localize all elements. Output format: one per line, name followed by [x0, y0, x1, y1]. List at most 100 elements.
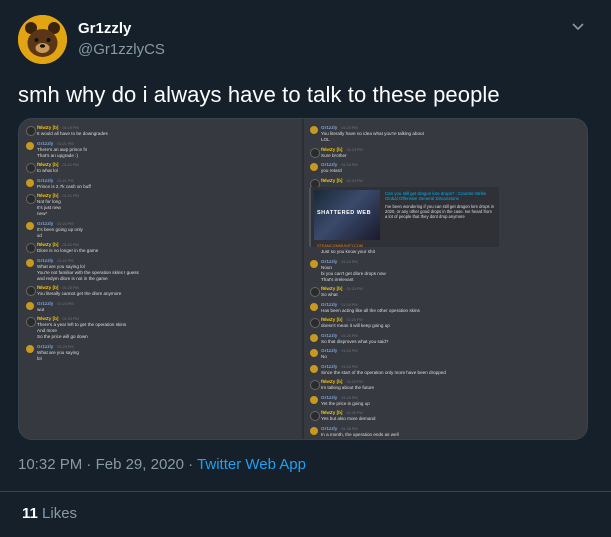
chat-line: doesn't mean it will keep going up — [321, 323, 390, 328]
chat-avatar — [310, 411, 320, 421]
chat-timestamp: 01:24 PM — [341, 163, 358, 167]
chat-message: Gr1zzly 01:22 PM It's been going up only xd — [25, 221, 295, 239]
chat-avatar — [26, 301, 34, 310]
link-embed[interactable]: SHATTERED WEB Can you still get dragon l… — [309, 187, 499, 248]
chat-message: f6lwZy [b] 01:24 PM — [309, 178, 579, 189]
chat-avatar — [310, 318, 320, 328]
chat-avatar — [26, 178, 34, 187]
chat-line: That's an upgrade :) — [37, 152, 78, 158]
chat-timestamp: 01:22 PM — [57, 221, 74, 226]
chat-timestamp: 01:26 PM — [346, 411, 363, 415]
chat-timestamp: 01:25 PM — [341, 333, 358, 338]
chat-timestamp: 01:23 PM — [62, 317, 79, 321]
chat-timestamp: 01:23 PM — [341, 126, 358, 130]
chat-avatar — [26, 141, 34, 150]
chat-message: Gr1zzly 01:23 PM What are you saying lol — [25, 344, 295, 362]
chat-avatar — [310, 126, 318, 134]
chat-author: Gr1zzly — [321, 394, 338, 400]
chat-avatar — [310, 349, 318, 357]
chat-timestamp: 01:21 PM — [62, 194, 79, 198]
embed-title[interactable]: Can you still get dragon lore drops? : C… — [385, 191, 495, 201]
chat-timestamp: 01:23 PM — [346, 147, 363, 152]
chat-avatar — [310, 302, 318, 311]
chat-line: lol — [37, 355, 42, 361]
chat-author: f6lwZy [b] — [321, 410, 343, 415]
chat-avatar — [310, 395, 318, 404]
chat-line: and redym dlore is not in the game — [37, 275, 108, 281]
tweet-text: smh why do i always have to talk to thes… — [18, 82, 500, 107]
chat-message: f6lwZy [b] 01:22 PM Dlore is no longer in … — [25, 242, 295, 254]
chat-timestamp: 01:25 PM — [346, 380, 363, 384]
chat-timestamp: 01:23 PM — [62, 286, 79, 290]
chat-message: Gr1zzly 01:26 PM In a month, the operation… — [309, 426, 579, 438]
chat-avatar — [310, 147, 320, 158]
chat-message: Gr1zzly 01:24 PM Noun bi you can't get dlor… — [309, 259, 579, 283]
chat-timestamp: 01:24 PM — [341, 259, 358, 264]
chat-line: That's irrelevant — [321, 276, 354, 282]
chat-timestamp: 01:19 PM — [62, 126, 79, 130]
chat-message: f6lwZy [b] 01:21 PM Not for long It's just … — [25, 193, 295, 217]
meta-separator: · — [188, 456, 194, 473]
tweet-source-link[interactable]: Twitter Web App — [197, 456, 306, 473]
chat-column-right: Gr1zzly 01:23 PM You literally have no ide… — [309, 125, 579, 439]
chat-message: f6lwZy [b] 01:23 PM Sure brother — [309, 147, 579, 159]
chat-message: f6lwZy [b] 01:23 PM There's a year left to… — [25, 316, 295, 340]
chat-author: Gr1zzly — [37, 343, 54, 349]
chat-avatar — [310, 333, 318, 342]
chat-message: f6lwZy [b] 01:25 PM doesn't mean it will k… — [309, 317, 579, 329]
chat-avatar — [26, 243, 36, 253]
chat-timestamp: 01:22 PM — [62, 243, 79, 247]
chat-author: f6lwZy [b] — [37, 125, 59, 130]
chat-line: So what — [321, 292, 338, 297]
chat-avatar — [26, 194, 36, 204]
chat-avatar — [310, 163, 318, 171]
chat-message: f6lwZy [b] 01:24 PM So what — [309, 286, 579, 298]
chat-avatar — [26, 258, 34, 267]
chat-line: Has been acting like all the other opera… — [321, 307, 420, 313]
chat-avatar — [26, 317, 36, 327]
chat-line: xd — [37, 232, 42, 238]
chat-timestamp: 01:24 PM — [346, 287, 363, 291]
likes-link[interactable]: 11 Likes — [22, 505, 77, 522]
chat-message: Gr1zzly 01:24 PM Has been acting like all … — [309, 302, 579, 314]
chat-author: f6lwZy [b] — [37, 162, 59, 167]
chevron-down-icon[interactable] — [570, 18, 586, 34]
likes-count: 11 — [22, 505, 38, 522]
chat-line: It would all have to be downgrades — [37, 131, 108, 136]
image-divider — [302, 119, 304, 439]
chat-avatar — [26, 286, 36, 296]
tweet-date[interactable]: Feb 29, 2020 — [96, 456, 184, 473]
chat-author: Gr1zzly — [321, 301, 338, 307]
chat-line: you retard — [321, 168, 342, 173]
chat-author: f6lwZy [b] — [321, 317, 343, 322]
chat-author: Gr1zzly — [37, 257, 54, 263]
chat-timestamp: 01:24 PM — [341, 302, 358, 307]
chat-timestamp: 01:21 PM — [57, 178, 74, 183]
chat-avatar — [26, 163, 36, 173]
chat-avatar — [26, 221, 34, 230]
chat-author: Gr1zzly — [321, 125, 338, 130]
chat-author: Gr1zzly — [37, 140, 54, 146]
chat-author: Gr1zzly — [37, 300, 54, 306]
chat-timestamp: 01:25 PM — [341, 395, 358, 400]
chat-avatar — [310, 380, 320, 390]
chat-message: f6lwZy [b] 01:25 PM Im talking about the f… — [309, 379, 579, 391]
profile-avatar[interactable] — [18, 15, 67, 64]
chat-line: Sure brother — [321, 152, 347, 158]
chat-line: So the price will go down — [37, 334, 88, 339]
chat-author: Gr1zzly — [321, 348, 338, 353]
chat-timestamp: 01:24 PM — [346, 178, 363, 183]
user-handle[interactable]: @Gr1zzlyCS — [78, 41, 165, 58]
chat-avatar — [310, 287, 320, 297]
chat-author: Gr1zzly — [321, 162, 338, 167]
tweet-image[interactable]: f6lwZy [b] 01:19 PM It would all have to b… — [18, 118, 588, 440]
display-name[interactable]: Gr1zzly — [78, 20, 131, 37]
chat-message: Just so you know your shit — [309, 249, 579, 255]
chat-timestamp: 01:22 PM — [57, 258, 74, 263]
chat-message: Gr1zzly 01:25 PM So that disproves what yo… — [309, 333, 579, 345]
chat-timestamp: 01:23 PM — [57, 301, 74, 306]
chat-author: f6lwZy [b] — [321, 379, 343, 384]
chat-message: Gr1zzly 01:22 PM What are you saying lol Yo… — [25, 258, 295, 282]
tweet-time[interactable]: 10:32 PM — [18, 456, 82, 473]
embed-image-text: SHATTERED WEB — [317, 210, 372, 216]
